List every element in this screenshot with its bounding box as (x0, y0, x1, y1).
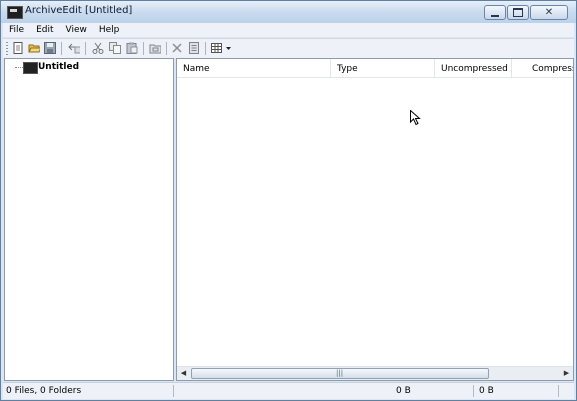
maximize-button[interactable] (507, 5, 529, 20)
toolbar-separator (85, 42, 86, 55)
column-header-type[interactable]: Type (331, 59, 435, 77)
column-header-row: Name Type Uncompressed Compress (177, 59, 573, 78)
scroll-left-icon[interactable]: ◀ (178, 368, 189, 379)
toolbar (3, 38, 574, 58)
window-controls: ✕ (484, 5, 568, 20)
thumb-grip-icon: ||| (336, 369, 344, 377)
archive-icon (23, 62, 38, 74)
app-icon[interactable] (7, 6, 23, 19)
status-bar: 0 Files, 0 Folders 0 B 0 B (3, 382, 574, 399)
minimize-button[interactable] (484, 5, 506, 20)
toolbar-separator (61, 42, 62, 55)
menu-bar: File Edit View Help (3, 23, 574, 37)
toolbar-grip[interactable] (6, 42, 8, 55)
maximize-icon (513, 8, 523, 17)
title-bar[interactable]: ArchiveEdit [Untitled] ✕ (1, 1, 576, 23)
horizontal-scrollbar[interactable]: ◀ ||| ▶ (177, 366, 573, 380)
open-icon (28, 44, 40, 53)
column-header-uncompressed[interactable]: Uncompressed (435, 59, 512, 77)
scrollbar-thumb[interactable]: ||| (191, 368, 489, 379)
save-icon (44, 42, 56, 54)
status-divider (173, 385, 174, 397)
file-list-pane[interactable]: Name Type Uncompressed Compress ◀ ||| ▶ (176, 58, 574, 381)
up-folder-button[interactable] (68, 42, 80, 54)
save-button[interactable] (44, 42, 56, 54)
close-button[interactable]: ✕ (530, 5, 568, 20)
properties-button[interactable] (188, 42, 200, 54)
status-divider (473, 385, 474, 397)
view-mode-icon (211, 43, 231, 53)
toolbar-separator (166, 42, 167, 55)
new-button[interactable] (12, 42, 24, 54)
close-icon: ✕ (544, 6, 554, 18)
paste-button[interactable] (126, 42, 138, 54)
status-divider (558, 385, 559, 397)
toolbar-separator (205, 42, 206, 55)
new-folder-button[interactable] (149, 42, 161, 54)
minimize-icon (491, 14, 499, 17)
open-button[interactable] (28, 42, 40, 54)
window-title: ArchiveEdit [Untitled] (25, 5, 133, 16)
up-folder-icon (68, 43, 80, 54)
delete-icon (172, 43, 182, 53)
cut-icon (92, 42, 104, 54)
new-folder-icon (149, 44, 161, 54)
menu-view[interactable]: View (60, 25, 93, 35)
paste-icon (126, 42, 138, 54)
status-compressed-size: 0 B (479, 386, 494, 396)
copy-icon (109, 42, 121, 54)
folder-tree-pane[interactable]: Untitled (4, 58, 174, 381)
mouse-pointer-icon (410, 110, 421, 126)
menu-help[interactable]: Help (93, 25, 126, 35)
column-header-name[interactable]: Name (177, 59, 331, 77)
menu-edit[interactable]: Edit (30, 25, 59, 35)
new-icon (13, 42, 22, 54)
toolbar-separator (143, 42, 144, 55)
column-header-compressed[interactable]: Compress (512, 59, 573, 77)
properties-icon (189, 42, 199, 54)
scroll-right-icon[interactable]: ▶ (561, 368, 572, 379)
cut-button[interactable] (92, 42, 104, 54)
status-uncompressed-size: 0 B (396, 386, 411, 396)
tree-root-item[interactable]: Untitled (38, 62, 79, 72)
copy-button[interactable] (109, 42, 121, 54)
menu-file[interactable]: File (3, 25, 30, 35)
delete-button[interactable] (171, 42, 183, 54)
app-window: ArchiveEdit [Untitled] ✕ File Edit View … (0, 0, 577, 401)
view-mode-button[interactable] (211, 42, 233, 54)
status-summary: 0 Files, 0 Folders (6, 386, 82, 396)
